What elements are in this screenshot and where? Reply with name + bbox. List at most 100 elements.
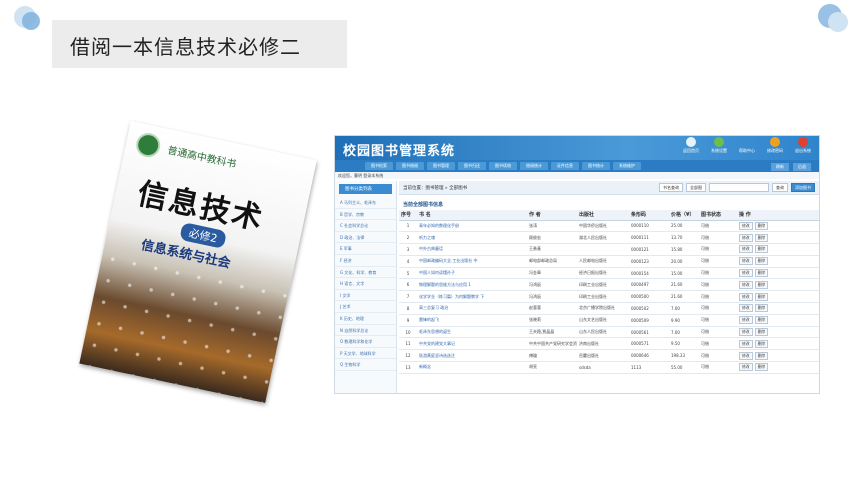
sidebar-item[interactable]: H 语言、文字 [335,278,396,290]
edit-button[interactable]: 修改 [739,233,753,242]
book-title-link[interactable]: 陆游黄庭坚诗选选注 [417,349,527,363]
sidebar-item[interactable]: N 自然科学总论 [335,325,396,337]
category-sidebar: 图书分类列表 A 马列主义、毛泽东 B 哲学、宗教 C 社会科学总论 D 政治、法律 E… [335,181,397,393]
back-button[interactable]: 后退 [793,163,811,171]
sidebar-item[interactable]: B 哲学、宗教 [335,209,396,221]
delete-button[interactable]: 删除 [754,363,769,372]
table-cell [577,243,629,256]
sidebar-item[interactable]: O 数理科学和化学 [335,336,396,348]
edit-button[interactable]: 修改 [739,245,753,254]
edit-button[interactable]: 修改 [739,221,753,230]
sidebar-item[interactable]: I 文学 [335,290,396,302]
book-title-link[interactable]: 听力之魂 [417,231,527,245]
nav-item[interactable]: 借阅统计 [520,162,548,170]
decor-circle-top-left-front [22,12,40,30]
delete-button[interactable]: 删除 [754,257,769,266]
toolbar-warning-button[interactable]: 修改密码 [763,137,787,154]
book-title-link[interactable]: 中外古典童话 [417,243,527,256]
edit-button[interactable]: 修改 [739,316,753,325]
location-path[interactable]: 图书管理 » 全部图书 [426,186,468,191]
delete-button[interactable]: 删除 [754,269,769,278]
toolbar-help-button[interactable]: 帮助中心 [735,137,759,154]
edit-button[interactable]: 修改 [739,351,753,360]
table-cell: sdsda [577,361,629,374]
sidebar-item[interactable]: A 马列主义、毛泽东 [335,197,396,209]
nav-item[interactable]: 系统维护 [613,162,641,170]
delete-button[interactable]: 删除 [754,292,769,301]
decor-circle-top-right-front [828,12,848,32]
toolbar-power-button[interactable]: 退出系统 [791,137,815,154]
nav-item[interactable]: 图书归还 [458,162,486,170]
edit-button[interactable]: 修改 [739,269,753,278]
table-cell: 0000509 [629,314,669,327]
nav-item[interactable]: 图书统计 [582,162,610,170]
table-cell: 0000502 [629,302,669,315]
search-button[interactable]: 查询 [772,183,788,192]
delete-button[interactable]: 删除 [754,233,769,242]
nav-item[interactable]: 图书续借 [489,162,517,170]
book-title-link[interactable]: 中国人如何读懂孙子 [417,267,527,280]
search-input[interactable] [709,183,769,192]
sidebar-item[interactable]: P 天文学、地球科学 [335,348,396,360]
delete-button[interactable]: 删除 [754,339,769,348]
operations-cell: 修改 删除 [737,231,819,245]
delete-button[interactable]: 删除 [754,316,769,325]
edit-button[interactable]: 修改 [739,292,753,301]
toolbar-home-button[interactable]: 返回首页 [679,137,703,154]
edit-button[interactable]: 修改 [739,257,753,266]
add-book-button[interactable]: 添加图书 [791,183,815,192]
edit-button[interactable]: 修改 [739,280,753,289]
delete-button[interactable]: 删除 [754,351,769,360]
sidebar-item[interactable]: G 文化、科学、教育 [335,267,396,279]
delete-button[interactable]: 删除 [754,304,769,313]
toolbar-gear-button[interactable]: 系统设置 [707,137,731,154]
search-scope-select[interactable]: 全部图 [686,183,706,192]
delete-button[interactable]: 删除 [754,280,769,289]
system-toolbar: 返回首页 系统设置 帮助中心 修改密码 退出系统 [679,137,815,154]
edit-button[interactable]: 修改 [739,339,753,348]
nav-item[interactable]: 图书管理 [427,162,455,170]
table-cell: 2 [399,231,417,245]
book-title-link[interactable]: 毛泽东思想的诞生 [417,326,527,339]
book-title-link[interactable]: 高三总复习 政治 [417,302,527,315]
books-table: 序号书 名作 者出版社 条形码 价格（¥） 图书状态操 作 1 青年必知的数理化手册 张涛… [399,210,819,374]
column-header: 图书状态 [699,210,737,221]
book-title-link[interactable]: 中共党的建党大事记 [417,337,527,351]
nav-item[interactable]: 图书借阅 [396,162,424,170]
nav-item[interactable]: 图书检索 [365,162,393,170]
table-row: 4 中国邮政编码大全.工业出版社 中邮电部邮政总局 人民邮电出版社 0000123 20… [399,255,819,268]
book-title-link[interactable]: 青年必知的数理化手册 [417,220,527,233]
edit-button[interactable]: 修改 [739,363,753,372]
book-title-link[interactable]: 新概念 [417,361,527,374]
table-row: 11中共党的建党大事记中共中国共产党研究学会资料室济南出版社00005719.5… [399,337,819,351]
table-row: 13 新概念 胡亮 sdsda 1113 55.00 可借 修改 删除 [399,361,819,374]
table-cell: 1 [399,220,417,233]
sidebar-item[interactable]: K 历史、地理 [335,313,396,325]
table-cell: 冯金章 [527,267,577,280]
operations-cell: 修改 删除 [737,337,819,351]
edit-button[interactable]: 修改 [739,328,753,337]
book-title-link[interactable]: 雷锋的起飞 [417,314,527,327]
sidebar-item[interactable]: Q 生物科学 [335,359,396,371]
system-header: 校园图书管理系统 返回首页 系统设置 帮助中心 修改密码 退出系统 [335,136,819,160]
table-row: 3 中外古典童话 王勇基 0000121 15.80 可借 修改 删除 [399,243,819,256]
table-cell: 0000154 [629,267,669,280]
sidebar-item[interactable]: E 军事 [335,243,396,255]
table-row: 5 中国人如何读懂孙子 冯金章 经济日报出版社 0000154 15.00 可借 修改 删除 [399,267,819,280]
refresh-button[interactable]: 刷新 [771,163,789,171]
home-icon [686,137,696,147]
book-title-link[interactable]: 物理解题的思维方法与应用 1 [417,278,527,292]
delete-button[interactable]: 删除 [754,221,769,230]
book-title-link[interactable]: 化学学业（练习篇）为何解题教学 下 [417,290,527,304]
sidebar-item[interactable]: J 艺术 [335,301,396,313]
edit-button[interactable]: 修改 [739,304,753,313]
search-field-select[interactable]: 书名查询 [659,183,683,192]
sidebar-item[interactable]: C 社会科学总论 [335,220,396,232]
delete-button[interactable]: 删除 [754,245,769,254]
column-header: 条形码 [629,210,669,221]
sidebar-item[interactable]: D 政治、法律 [335,232,396,244]
book-title-link[interactable]: 中国邮政编码大全.工业出版社 中 [417,255,527,268]
sidebar-item[interactable]: F 经济 [335,255,396,267]
delete-button[interactable]: 删除 [754,328,769,337]
nav-item[interactable]: 证件信息 [551,162,579,170]
